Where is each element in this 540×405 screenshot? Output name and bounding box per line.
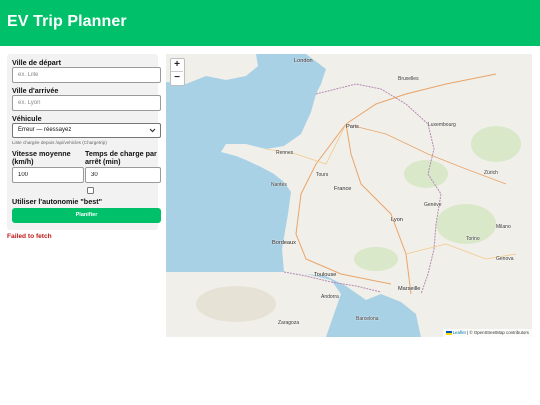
map-label: Zürich <box>484 170 498 176</box>
error-message: Failed to fetch <box>7 233 52 240</box>
charge-time-label: Temps de charge par arrêt (min) <box>85 149 157 167</box>
depart-input[interactable] <box>12 67 161 83</box>
map-view[interactable]: + − Paris London Rennes Nantes Tours Fra… <box>166 54 532 337</box>
map-label: Nantes <box>271 182 287 188</box>
app-header: EV Trip Planner <box>0 0 540 46</box>
speed-label: Vitesse moyenne (km/h) <box>12 149 71 167</box>
map-tiles <box>166 54 532 337</box>
best-autonomy-checkbox[interactable] <box>87 187 94 194</box>
arrivee-label: Ville d'arrivée <box>12 86 59 95</box>
speed-input[interactable] <box>12 167 84 183</box>
app-title: EV Trip Planner <box>7 13 127 30</box>
leaflet-link[interactable]: Leaflet <box>453 330 466 335</box>
map-label: Zaragoza <box>278 320 300 326</box>
charge-time-input[interactable] <box>85 167 161 183</box>
depart-label: Ville de départ <box>12 58 61 67</box>
map-label: Marseille <box>398 286 421 292</box>
map-label: Paris <box>346 124 359 130</box>
vehicle-select[interactable]: Erreur — réessayez <box>12 123 161 138</box>
osm-attribution-link[interactable]: © OpenStreetMap contributors <box>469 330 529 335</box>
map-label: France <box>334 186 352 192</box>
vehicle-selected-value: Erreur — réessayez <box>18 127 72 133</box>
best-autonomy-label: Utiliser l'autonomie "best" <box>12 197 102 206</box>
zoom-in-button[interactable]: + <box>171 59 183 72</box>
plan-button[interactable]: Planifier <box>12 208 161 223</box>
map-label: Luxembourg <box>428 122 456 128</box>
map-label: Bordeaux <box>272 240 296 246</box>
map-label: Andorra <box>321 294 339 300</box>
vehicle-label: Véhicule <box>12 114 42 123</box>
zoom-out-button[interactable]: − <box>171 72 183 84</box>
map-label: Rennes <box>276 150 294 156</box>
zoom-control: + − <box>170 58 185 86</box>
map-label: Genova <box>496 256 514 262</box>
trip-form-panel: Ville de départ Ville d'arrivée Véhicule… <box>7 54 161 230</box>
map-label: London <box>294 58 313 64</box>
map-label: Genève <box>424 202 442 208</box>
ukraine-flag-icon <box>445 330 452 335</box>
map-label: Lyon <box>391 217 403 223</box>
map-label: Tours <box>316 172 329 178</box>
chevron-down-icon <box>149 128 156 133</box>
map-attribution: Leaflet | © OpenStreetMap contributors <box>442 329 532 337</box>
map-label: Toulouse <box>314 272 337 278</box>
map-label: Barcelona <box>356 316 379 322</box>
map-label: Torino <box>466 236 480 242</box>
arrivee-input[interactable] <box>12 95 161 111</box>
map-label: Bruxelles <box>398 76 419 82</box>
vehicle-hint: Liste chargée depuis /api/vehicles (Char… <box>12 140 107 145</box>
map-label: Milano <box>496 224 511 230</box>
